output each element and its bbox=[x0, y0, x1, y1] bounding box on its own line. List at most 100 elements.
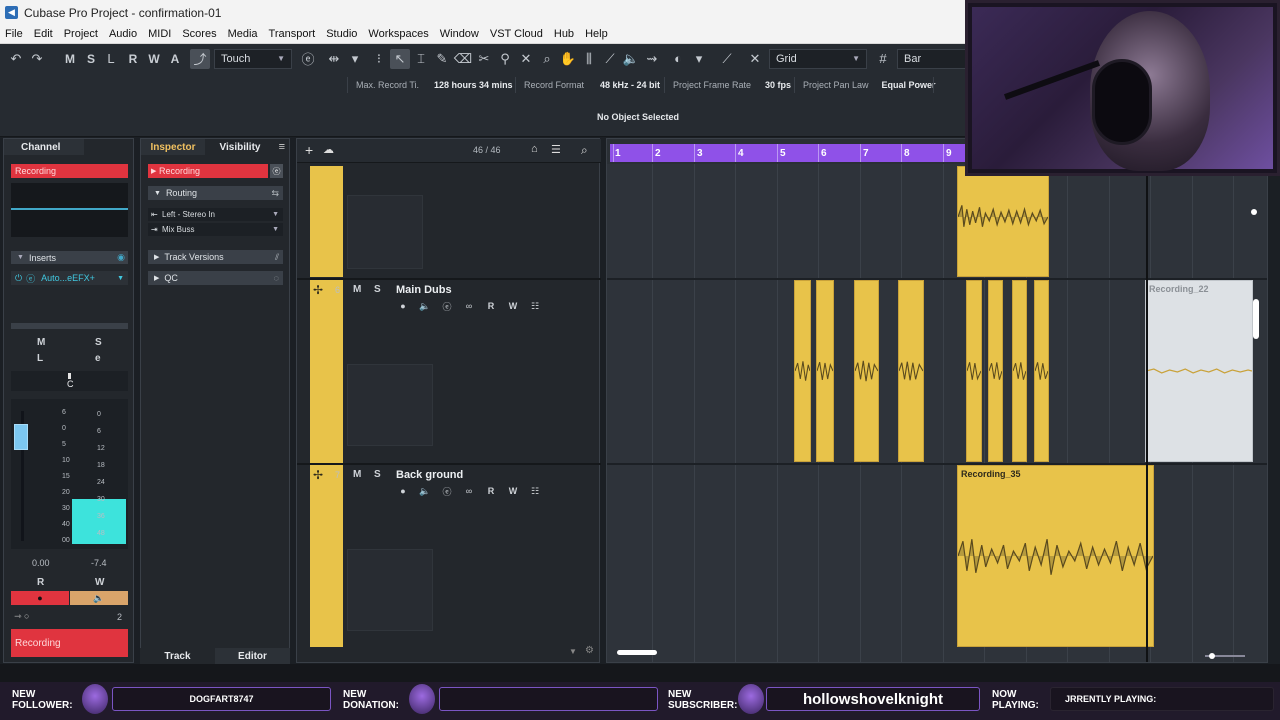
audio-event[interactable] bbox=[794, 280, 811, 462]
track-solo-button[interactable]: S bbox=[374, 469, 381, 480]
chevron-down-icon[interactable]: ▼ bbox=[569, 647, 577, 656]
edit-channel-icon[interactable]: ⓔ bbox=[441, 485, 453, 497]
vertical-scrollbar-thumb[interactable] bbox=[1253, 299, 1259, 339]
tab-inspector[interactable]: Inspector bbox=[141, 139, 205, 155]
zoom-tool-icon[interactable]: ⌕ bbox=[537, 49, 557, 69]
audio-event[interactable] bbox=[988, 280, 1003, 462]
eraser-tool-icon[interactable]: ⌫ bbox=[453, 49, 473, 69]
tab-channel[interactable]: Channel bbox=[4, 139, 84, 155]
channel-read-button[interactable]: R bbox=[37, 577, 44, 588]
comping-tool-icon[interactable]: ⇝ bbox=[642, 49, 662, 69]
autoscroll-icon[interactable]: ⇹ bbox=[324, 49, 344, 69]
record-enable-icon[interactable]: ● bbox=[397, 485, 409, 497]
channel-write-button[interactable]: W bbox=[95, 577, 104, 588]
automation-mode-select[interactable]: Touch ▼ bbox=[214, 48, 292, 69]
search-icon[interactable]: ⌕ bbox=[581, 143, 588, 158]
automation-list-icon[interactable]: ☷ bbox=[529, 485, 541, 497]
list-icon[interactable]: ☰ bbox=[551, 143, 561, 156]
hamburger-menu-icon[interactable]: ≡ bbox=[279, 141, 285, 153]
redo-icon[interactable]: ↷ bbox=[27, 49, 47, 69]
tab-editor[interactable]: Editor bbox=[215, 648, 290, 664]
track-write-button[interactable]: W bbox=[507, 300, 519, 312]
project-frame-rate[interactable]: Project Frame Rate 30 fps bbox=[673, 78, 791, 92]
chevron-down-icon[interactable]: ▼ bbox=[117, 275, 124, 282]
track-mute-button[interactable]: M bbox=[353, 469, 361, 480]
constrain-delay-icon[interactable]: ⓔ bbox=[298, 49, 318, 69]
track-color-strip[interactable] bbox=[310, 166, 343, 277]
menu-audio[interactable]: Audio bbox=[104, 28, 143, 40]
track-mute-button[interactable]: M bbox=[353, 284, 361, 295]
snap-type-select[interactable]: Grid ▼ bbox=[769, 48, 867, 69]
track-read-button[interactable]: R bbox=[485, 485, 497, 497]
edit-channel-icon[interactable]: ⓔ bbox=[441, 300, 453, 312]
scissors-tool-icon[interactable]: ✂ bbox=[474, 49, 494, 69]
toolbar-write-button[interactable]: W bbox=[145, 49, 163, 69]
scroll-indicator[interactable] bbox=[1251, 209, 1257, 215]
audio-event[interactable] bbox=[854, 280, 879, 462]
track-write-button[interactable]: W bbox=[507, 485, 519, 497]
sends-icon[interactable]: ⇾ ○ bbox=[14, 611, 29, 622]
track-color-strip[interactable] bbox=[310, 465, 343, 647]
menu-window[interactable]: Window bbox=[435, 28, 485, 40]
speaker-tool-icon[interactable]: 🔈 bbox=[621, 49, 641, 69]
lanes-icon[interactable]: ∞ bbox=[463, 300, 475, 312]
automation-mode-icon[interactable]: ⤴ bbox=[190, 48, 210, 69]
menu-help[interactable]: Help bbox=[580, 28, 614, 40]
track-name[interactable]: Main Dubs bbox=[396, 284, 452, 296]
color-dropdown-icon[interactable]: ▾ bbox=[689, 49, 709, 69]
toolbar-solo-button[interactable]: S bbox=[82, 49, 100, 69]
snap-toggle-icon[interactable]: ⟋ bbox=[717, 49, 737, 69]
color-tool-icon[interactable]: ◐ bbox=[668, 49, 688, 69]
inserts-active-icon[interactable]: ◉ bbox=[117, 252, 125, 263]
volume-value[interactable]: 0.00 bbox=[32, 558, 50, 568]
listen-icon[interactable]: L bbox=[101, 49, 121, 69]
routing-options-icon[interactable]: ⇆ bbox=[271, 188, 279, 199]
menu-midi[interactable]: MIDI bbox=[143, 28, 177, 40]
pointer-tool-icon[interactable]: ↖ bbox=[390, 48, 410, 69]
menu-scores[interactable]: Scores bbox=[177, 28, 222, 40]
inserts-section-header[interactable]: ▼ Inserts ◉ bbox=[11, 251, 128, 264]
menu-studio[interactable]: Studio bbox=[321, 28, 363, 40]
home-icon[interactable]: ⌂ bbox=[531, 143, 538, 155]
monitor-icon[interactable]: 🔈 bbox=[419, 485, 431, 497]
settings-gear-icon[interactable]: ⚙ bbox=[585, 645, 594, 656]
lanes-icon[interactable]: ∞ bbox=[463, 485, 475, 497]
menu-transport[interactable]: Transport bbox=[264, 28, 322, 40]
add-track-icon[interactable]: + bbox=[305, 142, 313, 158]
toolbar-read-button[interactable]: R bbox=[124, 49, 142, 69]
output-routing-select[interactable]: ⇥ Mix Buss ▼ bbox=[148, 223, 283, 236]
audio-event-recording-35[interactable]: Recording_35 bbox=[957, 465, 1154, 647]
volume-fader-handle[interactable] bbox=[14, 424, 28, 450]
track-name[interactable]: Back ground bbox=[396, 469, 463, 481]
edit-channel-icon[interactable]: ⓔ bbox=[270, 164, 283, 178]
monitor-button[interactable]: 🔈 bbox=[70, 591, 128, 605]
zoom-slider-handle[interactable] bbox=[1209, 653, 1215, 659]
tab-track[interactable]: Track bbox=[140, 648, 215, 664]
track-versions-section-header[interactable]: ▶ Track Versions ⫽ bbox=[148, 250, 283, 264]
menu-project[interactable]: Project bbox=[59, 28, 104, 40]
snap-type-icon[interactable]: ✕ bbox=[745, 49, 765, 69]
input-routing-select[interactable]: ⇤ Left - Stereo In ▼ bbox=[148, 208, 283, 221]
edit-icon[interactable]: ⓔ bbox=[26, 272, 35, 285]
mute-tool-icon[interactable]: ✕ bbox=[516, 49, 536, 69]
menu-workspaces[interactable]: Workspaces bbox=[363, 28, 434, 40]
record-format[interactable]: Record Format 48 kHz - 24 bit bbox=[524, 78, 660, 92]
automation-list-icon[interactable]: ☷ bbox=[529, 300, 541, 312]
toolbar-mute-button[interactable]: M bbox=[61, 49, 79, 69]
channel-mute-button[interactable]: M bbox=[37, 337, 45, 348]
monitor-icon[interactable]: 🔈 bbox=[419, 300, 431, 312]
line-tool-icon[interactable]: ⟋ bbox=[600, 49, 620, 69]
peak-value[interactable]: -7.4 bbox=[91, 558, 107, 568]
menu-edit[interactable]: Edit bbox=[29, 28, 59, 40]
add-track-menu-icon[interactable]: ☁ bbox=[323, 143, 334, 156]
channel-solo-button[interactable]: S bbox=[95, 337, 102, 348]
versions-icon[interactable]: ⫽ bbox=[275, 252, 279, 263]
channel-name-footer[interactable]: Recording bbox=[11, 629, 128, 657]
horizontal-scrollbar-thumb[interactable] bbox=[617, 650, 657, 655]
loop-range[interactable] bbox=[610, 144, 969, 162]
audio-event-recording-22[interactable]: Recording_22 bbox=[1145, 280, 1253, 462]
inspector-track-name[interactable]: ▶ Recording bbox=[148, 164, 268, 178]
routing-section-header[interactable]: ▼ Routing ⇆ bbox=[148, 186, 283, 200]
hand-tool-icon[interactable]: ✋ bbox=[558, 49, 578, 69]
channel-edit-button[interactable]: e bbox=[95, 353, 101, 364]
